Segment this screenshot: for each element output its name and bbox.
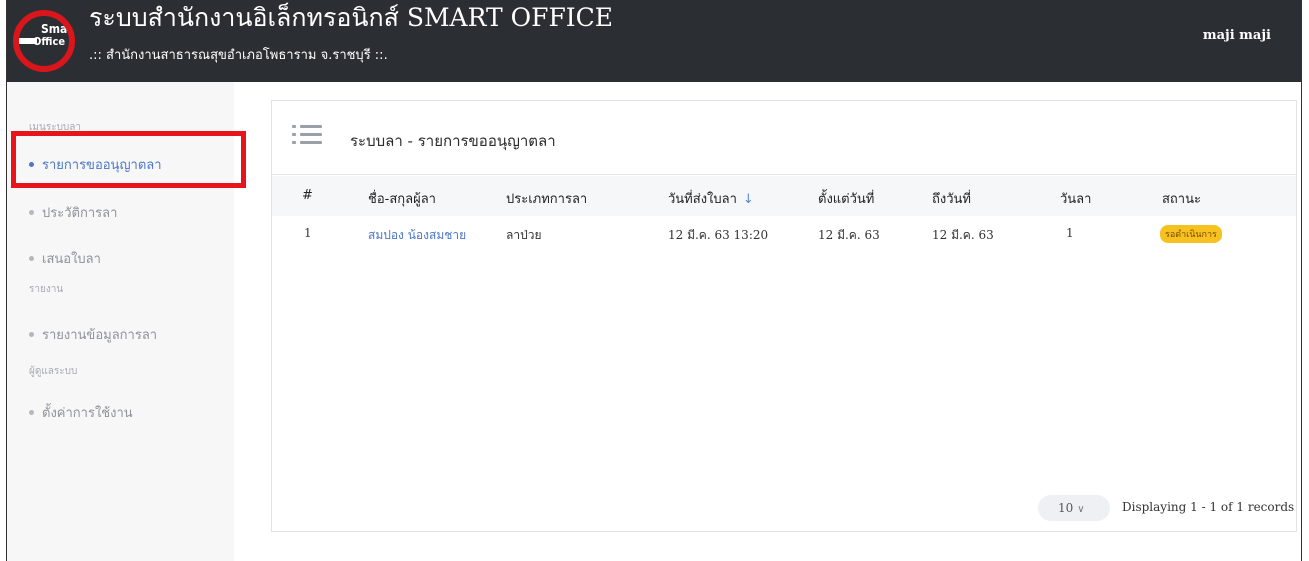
arrow-down-icon: ↓ [742,192,754,207]
bullet-icon [29,332,34,337]
user-menu[interactable]: maji maji [1203,28,1271,43]
chevron-down-icon: ∨ [1077,504,1085,515]
column-header-to[interactable]: ถึงวันที่ [932,188,971,209]
logo-text-smart: Smart [41,22,75,36]
sidebar-item-label: ตั้งค่าการใช้งาน [42,406,133,421]
cell-days: 1 [1066,226,1074,240]
column-header-name[interactable]: ชื่อ-สกุลผู้ลา [368,188,436,209]
column-header-type[interactable]: ประเภทการลา [506,188,587,209]
bullet-icon [29,256,34,261]
panel-title: ระบบลา - รายการขออนุญาตลา [350,132,556,150]
sidebar-section-admin: ผู้ดูแลระบบ [29,366,78,377]
sidebar-item-settings[interactable]: ตั้งค่าการใช้งาน [29,402,133,423]
column-header-from[interactable]: ตั้งแต่วันที่ [818,188,874,209]
highlight-annotation [11,131,246,188]
sidebar-item-leave-report[interactable]: รายงานข้อมูลการลา [29,324,157,345]
table-row[interactable]: 1 สมปอง น้องสมชาย ลาป่วย 12 มี.ค. 63 13:… [272,216,1296,250]
status-badge: รอดำเนินการ [1160,225,1222,243]
cell-type: ลาป่วย [506,228,542,242]
app-title: ระบบสำนักงานอิเล็กทรอนิกส์ SMART OFFICE [89,3,614,32]
page-size-select[interactable]: 10 ∨ [1038,495,1110,521]
cell-name-link[interactable]: สมปอง น้องสมชาย [368,226,466,245]
cell-number: 1 [304,226,312,240]
top-bar: Smart Office ระบบสำนักงานอิเล็กทรอนิกส์ … [7,0,1301,82]
app-subtitle: .:: สำนักงานสาธารณสุขอำเภอโพธาราม จ.ราชบ… [89,48,388,63]
logo-text-office: Office [33,35,66,48]
smart-office-logo[interactable]: Smart Office [13,10,75,72]
column-header-submitted[interactable]: วันที่ส่งใบลา ↓ [668,188,754,209]
column-header-label: วันที่ส่งใบลา [668,192,737,207]
records-info: Displaying 1 - 1 of 1 records [1122,500,1295,514]
list-icon [292,125,322,147]
bullet-icon [29,210,34,215]
column-header-days[interactable]: วันลา [1060,188,1091,209]
page-size-value: 10 [1058,501,1074,515]
sidebar-item-label: เสนอใบลา [42,252,101,267]
sidebar-item-leave-history[interactable]: ประวัติการลา [29,202,117,223]
panel-header: ระบบลา - รายการขออนุญาตลา [272,101,1296,175]
column-header-number: # [302,188,313,203]
column-header-status[interactable]: สถานะ [1162,188,1201,209]
cell-submitted: 12 มี.ค. 63 13:20 [668,228,769,242]
table-header: # ชื่อ-สกุลผู้ลา ประเภทการลา วันที่ส่งใบ… [272,176,1296,216]
sidebar-section-report: รายงาน [29,284,64,295]
sidebar-item-label: ประวัติการลา [42,206,118,221]
sidebar-item-submit-leave[interactable]: เสนอใบลา [29,248,101,269]
app-frame: Smart Office ระบบสำนักงานอิเล็กทรอนิกส์ … [6,0,1302,561]
bullet-icon [29,410,34,415]
sidebar-item-label: รายงานข้อมูลการลา [42,328,158,343]
cell-to: 12 มี.ค. 63 [932,228,994,242]
leave-requests-panel: ระบบลา - รายการขออนุญาตลา # ชื่อ-สกุลผู้… [271,100,1297,532]
cell-from: 12 มี.ค. 63 [818,228,880,242]
